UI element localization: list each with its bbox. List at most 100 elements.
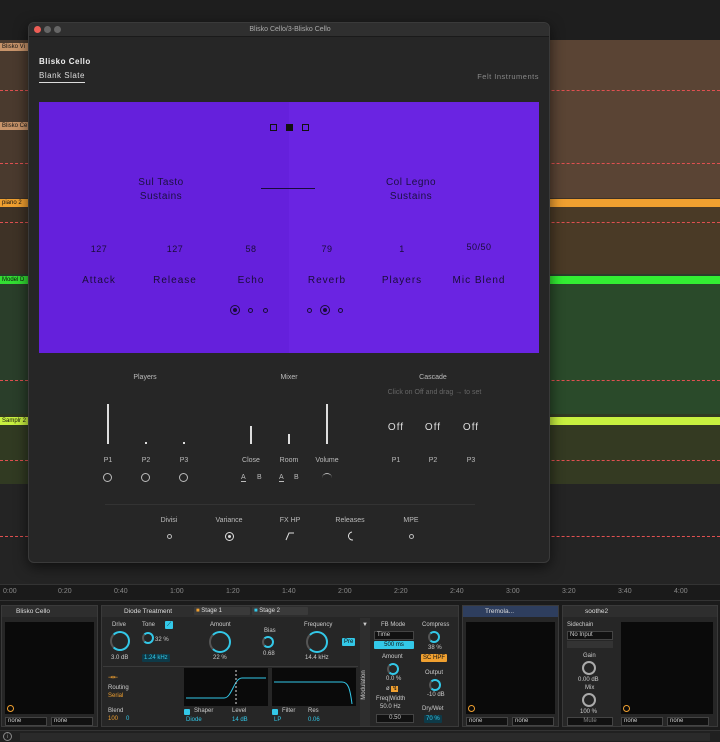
fx-hp-icon[interactable]: [285, 531, 295, 541]
track-name[interactable]: Samplr 2: [0, 417, 28, 425]
midi-clip[interactable]: [550, 40, 720, 120]
sidechain-select[interactable]: No Input: [567, 631, 613, 640]
modulation-tab[interactable]: ▼ Modulation: [360, 618, 370, 726]
shaper-select[interactable]: Diode: [186, 717, 202, 723]
divisi-toggle[interactable]: [167, 534, 172, 539]
mic-blend-value[interactable]: 50/50: [449, 242, 509, 252]
level-value[interactable]: 14 dB: [232, 717, 248, 723]
player-2-fader[interactable]: [145, 442, 147, 444]
variance-toggle[interactable]: [225, 532, 234, 541]
release-value[interactable]: 127: [145, 244, 205, 254]
page-selector-1[interactable]: [270, 124, 277, 131]
res-value[interactable]: 0.06: [308, 717, 320, 723]
sc-hpf-button[interactable]: SC HPF: [421, 654, 448, 662]
pre-button[interactable]: Pre: [342, 638, 356, 646]
frequency-value[interactable]: 14.4 kHz: [305, 655, 329, 661]
cascade-p3-value[interactable]: Off: [451, 422, 491, 433]
width-value[interactable]: 0.50: [376, 714, 414, 723]
amount-value[interactable]: 22 %: [213, 655, 227, 661]
timeline-ruler[interactable]: 0:00 0:20 0:40 1:00 1:20 1:40 2:00 2:20 …: [0, 584, 720, 600]
device-blisko-cello[interactable]: Blisko Cello none none: [1, 605, 98, 727]
track-name[interactable]: Model D: [0, 276, 28, 284]
midi-clip[interactable]: [550, 207, 720, 274]
device-soothe2[interactable]: soothe2 Sidechain No Input Gain 0.00 dB …: [562, 605, 718, 727]
track-name[interactable]: piano 2: [0, 199, 28, 207]
gain-knob[interactable]: [582, 661, 596, 675]
close-b-button[interactable]: B: [257, 474, 262, 481]
reverb-value[interactable]: 79: [297, 244, 357, 254]
track-name[interactable]: Blisko Ce: [0, 122, 28, 130]
minimize-window-button[interactable]: [44, 26, 51, 33]
reverb-mode-3[interactable]: [338, 308, 343, 313]
fb-amount-knob[interactable]: [387, 663, 399, 675]
echo-value[interactable]: 58: [221, 244, 281, 254]
bias-knob[interactable]: [262, 636, 274, 648]
echo-mode-2[interactable]: [248, 308, 253, 313]
drive-value[interactable]: 3.0 dB: [111, 655, 128, 661]
output-select-2[interactable]: none: [512, 717, 554, 726]
midi-clip[interactable]: [550, 284, 720, 414]
bias-value[interactable]: 0.68: [263, 651, 275, 657]
player-3-pan-knob[interactable]: [179, 473, 188, 482]
output-select-1[interactable]: none: [466, 717, 508, 726]
gain-value[interactable]: 0.00 dB: [578, 677, 599, 683]
echo-mode-3[interactable]: [263, 308, 268, 313]
output-value[interactable]: -10 dB: [427, 692, 445, 698]
filter-toggle[interactable]: [272, 709, 278, 715]
close-a-button[interactable]: A: [241, 474, 246, 482]
clip-header[interactable]: [550, 417, 720, 425]
tab-stage-1[interactable]: ■ Stage 1: [194, 607, 250, 615]
blend-value-2[interactable]: 0: [126, 716, 129, 722]
fb-amount-value[interactable]: 0.0 %: [386, 676, 401, 682]
room-a-button[interactable]: A: [279, 474, 284, 482]
freq-width-value[interactable]: 50.0 Hz: [380, 704, 401, 710]
frequency-knob[interactable]: [306, 631, 328, 653]
mute-button[interactable]: Mute: [567, 717, 613, 726]
players-value[interactable]: 1: [372, 244, 432, 254]
close-window-button[interactable]: [34, 26, 41, 33]
clip-header[interactable]: [550, 199, 720, 207]
crossfade-line[interactable]: [261, 188, 315, 189]
releases-moon-icon[interactable]: [346, 531, 356, 541]
filter-select[interactable]: LP: [274, 717, 281, 723]
output-knob[interactable]: [429, 679, 441, 691]
output-select-1[interactable]: none: [621, 717, 663, 726]
cascade-p2-value[interactable]: Off: [413, 422, 453, 433]
page-selector-3[interactable]: [302, 124, 309, 131]
output-indicator[interactable]: [7, 705, 14, 712]
right-articulation[interactable]: Col Legno Sustains: [371, 177, 451, 202]
compress-value[interactable]: 38 %: [428, 645, 442, 651]
device-tremolo[interactable]: Tremola... none none: [462, 605, 559, 727]
echo-mode-1-selected[interactable]: [230, 305, 240, 315]
fb-mode-select[interactable]: Time: [374, 631, 414, 640]
amount-knob[interactable]: [209, 631, 231, 653]
midi-clip[interactable]: [550, 120, 720, 198]
mix-value[interactable]: 100 %: [580, 709, 597, 715]
preset-name[interactable]: Blank Slate: [39, 71, 85, 83]
zoom-window-button[interactable]: [54, 26, 61, 33]
window-titlebar[interactable]: Blisko Cello/3-Blisko Cello: [29, 23, 549, 37]
blend-value-1[interactable]: 100: [108, 716, 118, 722]
attack-value[interactable]: 127: [69, 244, 129, 254]
tab-stage-2[interactable]: ■ Stage 2: [252, 607, 308, 615]
player-1-fader[interactable]: [107, 404, 109, 444]
reverb-mode-1[interactable]: [307, 308, 312, 313]
tone-knob[interactable]: [142, 632, 154, 644]
drive-knob[interactable]: [110, 631, 130, 651]
output-indicator[interactable]: [468, 705, 475, 712]
fb-time-value[interactable]: 500 ms: [374, 641, 414, 649]
room-b-button[interactable]: B: [294, 474, 299, 481]
tone-value[interactable]: 32 %: [155, 637, 169, 643]
mpe-toggle[interactable]: [409, 534, 414, 539]
room-mic-fader[interactable]: [288, 434, 290, 444]
volume-fader[interactable]: [326, 404, 328, 444]
device-diode-treatment[interactable]: Diode Treatment ■ Stage 1 ■ Stage 2 Driv…: [101, 605, 459, 727]
left-articulation[interactable]: Sul Tasto Sustains: [121, 177, 201, 202]
close-mic-fader[interactable]: [250, 426, 252, 444]
midi-clip[interactable]: [550, 425, 720, 484]
player-3-fader[interactable]: [183, 442, 185, 444]
mix-knob[interactable]: [582, 693, 596, 707]
phase-icon[interactable]: ø ↯: [386, 685, 399, 692]
routing-select[interactable]: Serial: [108, 693, 123, 699]
page-selector-2[interactable]: [286, 124, 293, 131]
